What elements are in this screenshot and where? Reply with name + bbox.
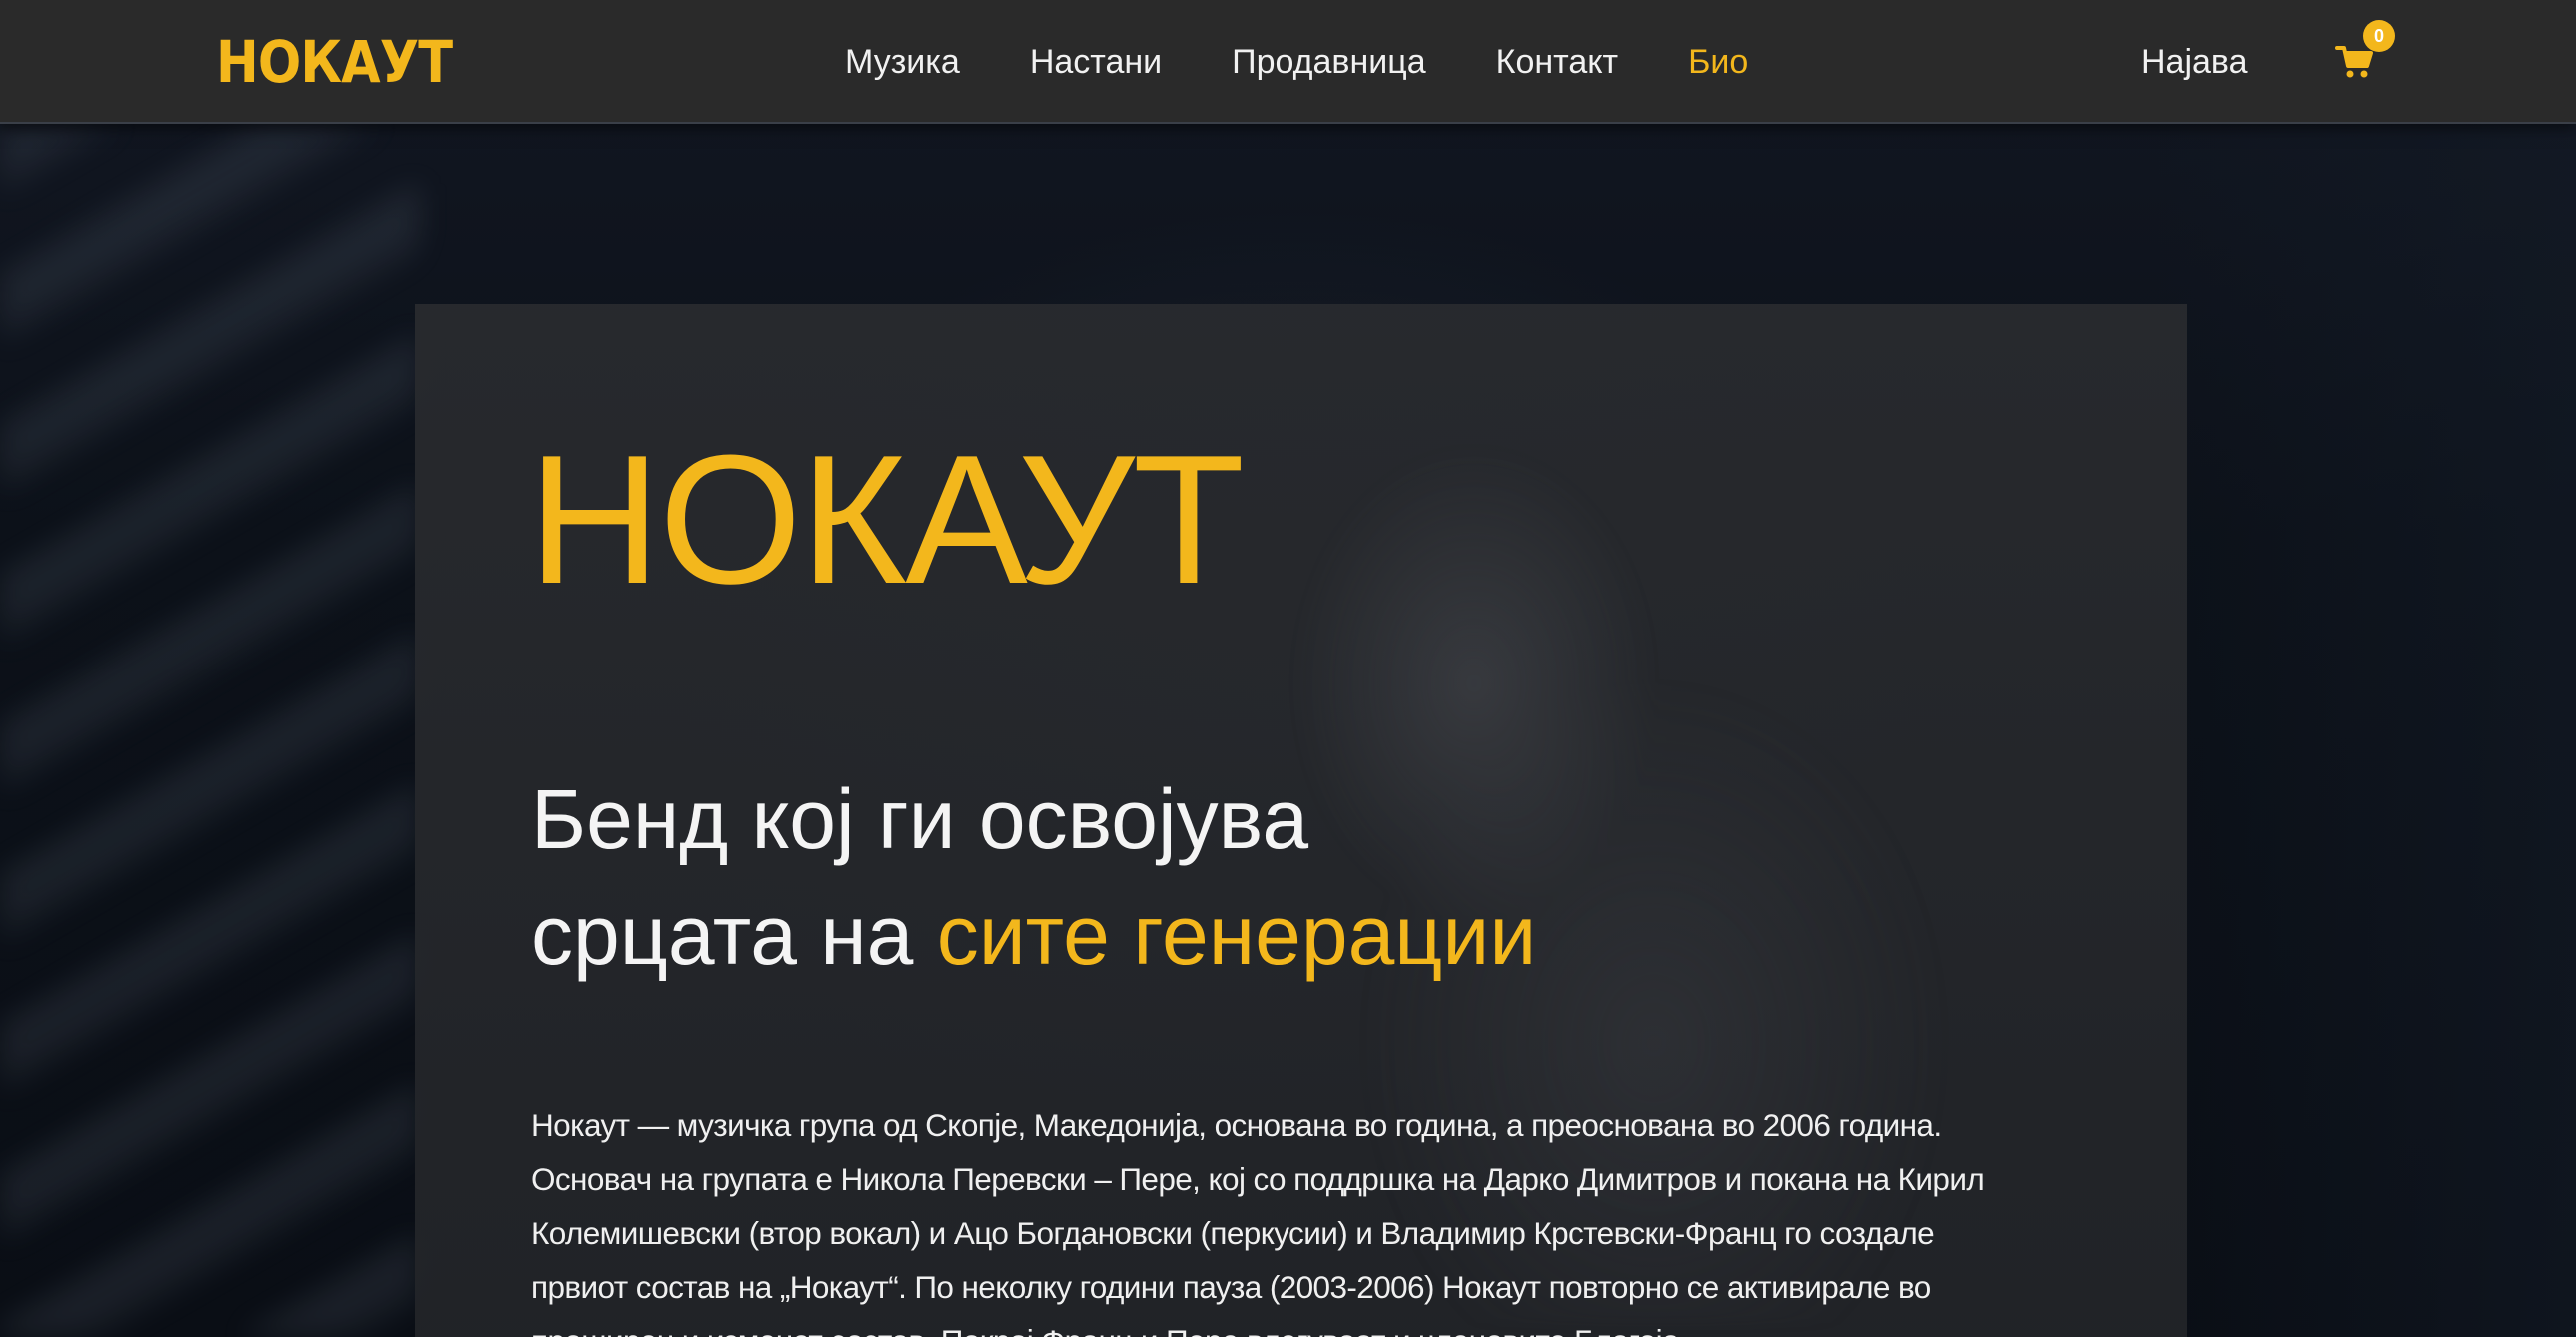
- bio-line: Нокаут — музичка група од Скопје, Македо…: [531, 1107, 1942, 1143]
- nav-item-events[interactable]: Настани: [1030, 43, 1162, 82]
- background-shade: [2156, 124, 2576, 1337]
- band-title: НОКАУТ: [528, 416, 1245, 622]
- login-link[interactable]: Најава: [2141, 0, 2248, 124]
- background-image: [0, 124, 420, 1337]
- tagline-line-1: Бенд кој ги освојува: [531, 772, 1309, 866]
- tagline-line-2-start: срцата на: [531, 888, 937, 982]
- tagline-accent: сите генерации: [936, 888, 1537, 982]
- site-header: НОКАУТ Музика Настани Продавница Контакт…: [0, 0, 2576, 124]
- bio-text: Нокаут — музичка група од Скопје, Македо…: [531, 1098, 2110, 1337]
- bio-line: првиот состав на „Нокаут“. По неколку го…: [531, 1269, 1931, 1305]
- site-logo[interactable]: НОКАУТ: [216, 30, 453, 94]
- nav-item-shop[interactable]: Продавница: [1232, 43, 1425, 82]
- tagline: Бенд кој ги освојува срцата на сите гене…: [531, 761, 1536, 993]
- page: НОКАУТ Музика Настани Продавница Контакт…: [0, 0, 2576, 1337]
- bio-line: проширен и изменет состав. Покрај Франц …: [531, 1314, 2110, 1337]
- bio-line: Колемишевски (втор вокал) и Ацо Богданов…: [531, 1215, 1935, 1251]
- tagline-line-2: срцата на сите генерации: [531, 877, 1536, 993]
- nav-item-music[interactable]: Музика: [845, 43, 960, 82]
- bio-line: Основач на групата е Никола Перевски – П…: [531, 1161, 1985, 1197]
- main-nav: Музика Настани Продавница Контакт Био: [845, 0, 1818, 124]
- nav-item-bio[interactable]: Био: [1688, 43, 1748, 82]
- nav-item-contact[interactable]: Контакт: [1496, 43, 1618, 82]
- bio-card: НОКАУТ Бенд кој ги освојува срцата на си…: [415, 304, 2187, 1337]
- cart-count-badge: 0: [2363, 20, 2395, 52]
